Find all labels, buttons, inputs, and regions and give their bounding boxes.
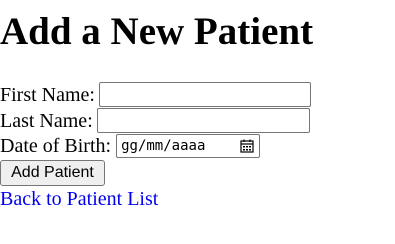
add-patient-button[interactable]: Add Patient	[0, 160, 105, 186]
date-of-birth-row: Date of Birth: gg/mm/aaaa	[0, 134, 261, 158]
date-placeholder: gg/mm/aaaa	[121, 138, 206, 154]
first-name-label: First Name:	[0, 83, 95, 106]
last-name-row: Last Name:	[0, 108, 310, 133]
first-name-input[interactable]	[99, 82, 311, 107]
first-name-row: First Name:	[0, 82, 311, 107]
page: Add a New Patient First Name: Last Name:…	[0, 0, 395, 244]
last-name-input[interactable]	[96, 108, 310, 133]
page-title: Add a New Patient	[0, 10, 314, 53]
date-of-birth-label: Date of Birth:	[0, 135, 112, 157]
back-to-patient-list-link[interactable]: Back to Patient List	[0, 187, 158, 211]
last-name-label: Last Name:	[0, 109, 93, 132]
date-of-birth-input[interactable]: gg/mm/aaaa	[116, 134, 261, 158]
calendar-icon[interactable]	[239, 138, 255, 154]
